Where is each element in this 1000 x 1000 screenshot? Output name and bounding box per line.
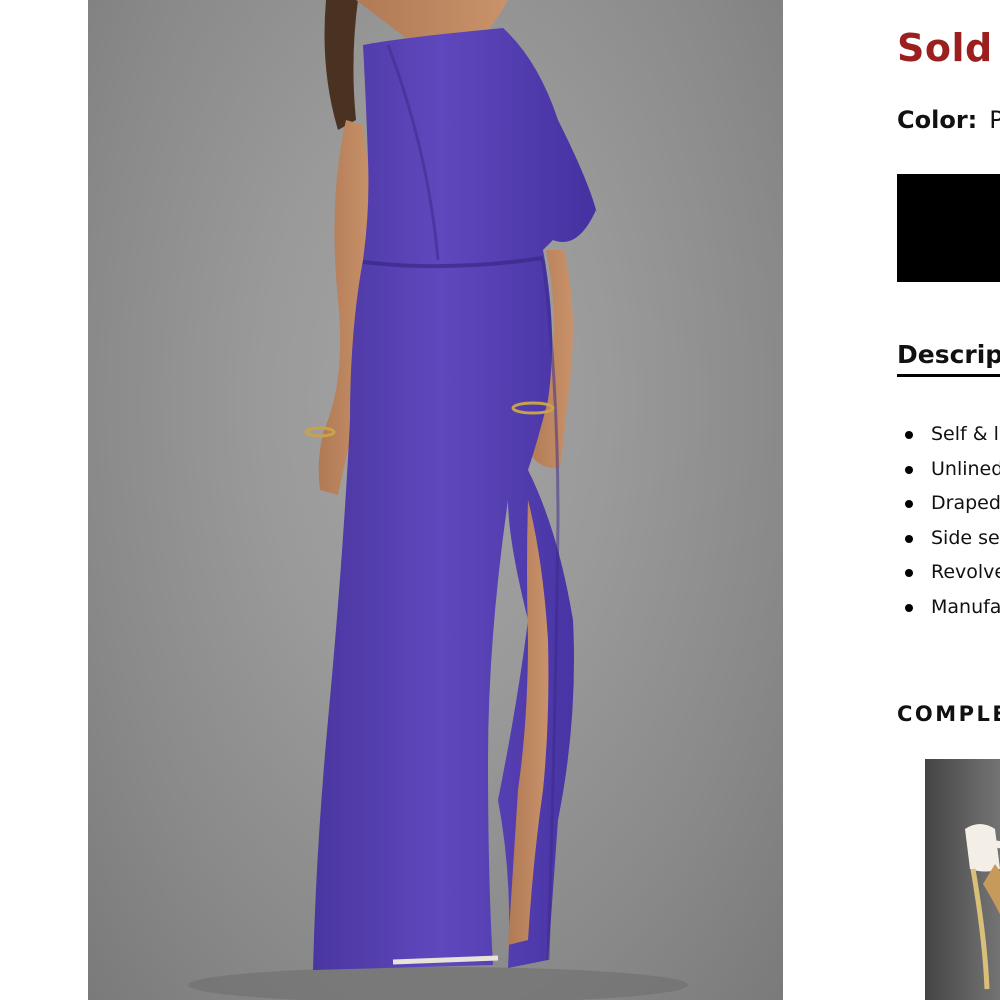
bullet-icon <box>905 603 913 612</box>
list-item-text: Manufactured <box>931 595 1000 618</box>
model-dress-illustration <box>188 0 688 1000</box>
color-row: Color: Purple <box>897 106 1000 134</box>
description-heading[interactable]: Description <box>897 340 1000 377</box>
product-main-image[interactable] <box>88 0 783 1000</box>
bullet-icon <box>905 569 913 578</box>
color-label: Color: <box>897 106 978 134</box>
sandal-icon <box>965 824 1000 990</box>
list-item: Manufactured <box>905 593 1000 628</box>
bullet-icon <box>905 465 913 474</box>
list-item-text: Revolve <box>931 561 1000 584</box>
list-item-text: Self & lining <box>931 423 1000 445</box>
product-info-panel: Sold Out Color: Purple Description Self &… <box>897 0 1000 1000</box>
sold-out-title: Sold Out <box>897 26 1000 70</box>
bullet-icon <box>905 500 913 509</box>
list-item-text: Draped <box>931 492 1000 515</box>
list-item: Self & lining <box>905 420 1000 455</box>
bullet-icon <box>905 431 913 439</box>
color-value: Purple <box>989 106 1000 134</box>
complete-the-look-heading: COMPLETE THE LOOK <box>897 702 1000 726</box>
bullet-icon <box>905 534 913 543</box>
complete-look-thumbnail[interactable] <box>925 759 1000 1000</box>
list-item: Side seam <box>905 524 1000 559</box>
list-item: Unlined <box>905 455 1000 490</box>
list-item-text: Unlined <box>931 457 1000 480</box>
description-list: Self & lining Unlined Draped Side seam R… <box>905 420 1000 628</box>
list-item: Draped <box>905 489 1000 524</box>
list-item: Revolve <box>905 558 1000 593</box>
list-item-text: Side seam <box>931 526 1000 549</box>
color-swatch-black[interactable] <box>897 174 1000 282</box>
